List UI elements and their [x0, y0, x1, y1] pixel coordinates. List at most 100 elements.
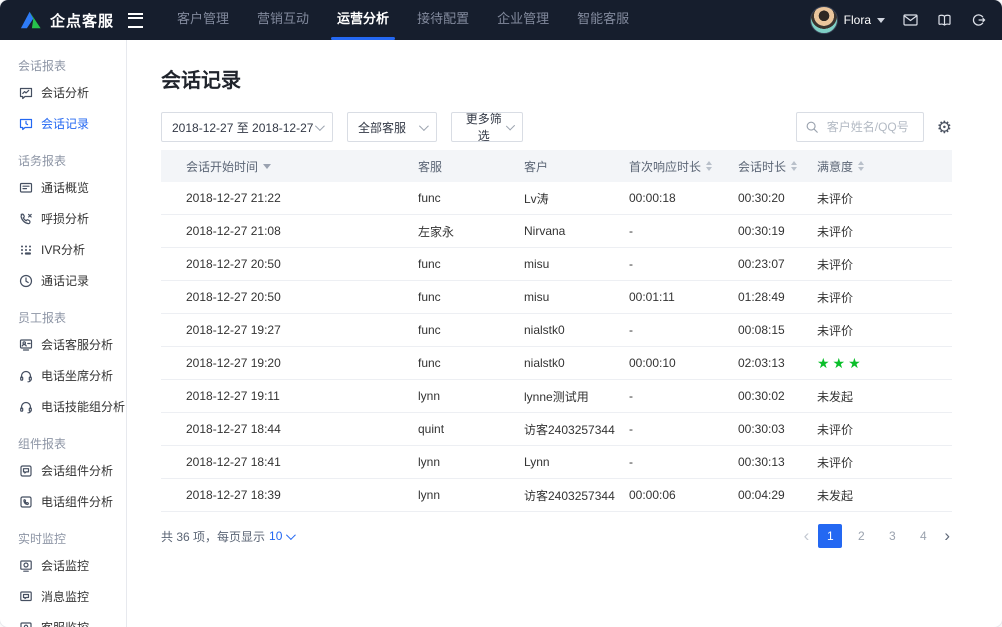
cell-duration: 00:30:13	[738, 455, 817, 469]
logout-icon[interactable]	[970, 12, 986, 28]
book-icon[interactable]	[936, 12, 953, 28]
chevron-down-icon	[419, 121, 429, 131]
chevron-down-icon	[505, 121, 515, 131]
session-records-table: 会话开始时间 客服 客户 首次响应时长 会话时长	[161, 150, 952, 512]
search-icon	[805, 120, 819, 134]
sidebar-item-label: 客服监控	[41, 619, 89, 627]
table-row[interactable]: 2018-12-27 20:50 func misu 00:01:11 01:2…	[161, 281, 952, 314]
cell-agent: func	[418, 356, 524, 370]
table-row[interactable]: 2018-12-27 20:50 func misu - 00:23:07 未评…	[161, 248, 952, 281]
user-menu[interactable]: Flora	[810, 6, 885, 34]
column-header-agent: 客服	[418, 158, 524, 175]
cell-start-time: 2018-12-27 19:20	[161, 356, 418, 370]
sidebar-item-ivr-analysis[interactable]: IVR分析	[0, 234, 126, 265]
table-row[interactable]: 2018-12-27 19:20 func nialstk0 00:00:10 …	[161, 347, 952, 380]
tab-marketing-interaction[interactable]: 营销互动	[243, 0, 323, 40]
sidebar-item-session-analysis[interactable]: 会话分析	[0, 77, 126, 108]
page-button-4[interactable]: 4	[911, 524, 935, 548]
tab-enterprise-management[interactable]: 企业管理	[483, 0, 563, 40]
sidebar-item-label: 会话监控	[41, 557, 89, 574]
sidebar-item-label: 通话记录	[41, 272, 89, 289]
sidebar-item-label: 电话技能组分析	[41, 398, 125, 415]
cell-customer: nialstk0	[524, 323, 629, 337]
table-row[interactable]: 2018-12-27 19:11 lynn lynne测试用 - 00:30:0…	[161, 380, 952, 413]
filter-bar: 2018-12-27 至 2018-12-27 全部客服 更多筛选 ⚙	[161, 112, 952, 142]
table-row[interactable]: 2018-12-27 18:39 lynn 访客2403257344 00:00…	[161, 479, 952, 512]
top-navbar: 企点客服 客户管理 营销互动 运营分析 接待配置 企业管理 智能客服 Flora	[0, 0, 1002, 40]
cell-customer: nialstk0	[524, 356, 629, 370]
cell-agent: lynn	[418, 389, 524, 403]
table-row[interactable]: 2018-12-27 21:22 func Lv涛 00:00:18 00:30…	[161, 182, 952, 215]
sidebar-item-phone-skill-group-analysis[interactable]: 电话技能组分析	[0, 391, 126, 422]
tab-reception-config[interactable]: 接待配置	[403, 0, 483, 40]
cell-start-time: 2018-12-27 19:27	[161, 323, 418, 337]
page-button-2[interactable]: 2	[849, 524, 873, 548]
sidebar-item-label: 会话记录	[41, 115, 89, 132]
page-size-selector[interactable]: 10	[269, 529, 293, 543]
sidebar-item-label: 电话坐席分析	[41, 367, 113, 384]
cell-agent: lynn	[418, 455, 524, 469]
search-input[interactable]	[825, 119, 915, 135]
sidebar-item-phone-seat-analysis[interactable]: 电话坐席分析	[0, 360, 126, 391]
hamburger-menu-icon[interactable]	[128, 13, 143, 28]
page-button-1[interactable]: 1	[818, 524, 842, 548]
sidebar: 会话报表 会话分析 会话记录 话务报表 通话概览 呼损分析 IVR分析	[0, 40, 127, 627]
sidebar-item-call-overview[interactable]: 通话概览	[0, 172, 126, 203]
sidebar-item-message-monitor[interactable]: 消息监控	[0, 581, 126, 612]
cell-satisfaction: 未评价	[817, 322, 952, 339]
more-filters-dropdown[interactable]: 更多筛选	[451, 112, 523, 142]
table-row[interactable]: 2018-12-27 19:27 func nialstk0 - 00:08:1…	[161, 314, 952, 347]
sidebar-item-call-loss-analysis[interactable]: 呼损分析	[0, 203, 126, 234]
cell-agent: quint	[418, 422, 524, 436]
next-page-button[interactable]: ›	[942, 524, 952, 548]
sidebar-item-session-monitor[interactable]: 会话监控	[0, 550, 126, 581]
table-row[interactable]: 2018-12-27 18:41 lynn Lynn - 00:30:13 未评…	[161, 446, 952, 479]
more-filters-label: 更多筛选	[462, 110, 506, 144]
sidebar-section-realtime-monitor: 实时监控	[18, 530, 126, 547]
table-row[interactable]: 2018-12-27 18:44 quint 访客2403257344 - 00…	[161, 413, 952, 446]
sidebar-item-label: 会话分析	[41, 84, 89, 101]
sort-desc-icon	[263, 164, 271, 169]
agent-filter-dropdown[interactable]: 全部客服	[347, 112, 437, 142]
sidebar-item-session-component-analysis[interactable]: 会话组件分析	[0, 455, 126, 486]
date-range-dropdown[interactable]: 2018-12-27 至 2018-12-27	[161, 112, 333, 142]
chat-analysis-icon	[18, 85, 34, 101]
chat-record-icon	[18, 116, 34, 132]
column-header-start-time[interactable]: 会话开始时间	[161, 158, 418, 175]
cell-first-response: -	[629, 455, 738, 469]
column-header-satisfaction[interactable]: 满意度	[817, 158, 952, 175]
gear-icon[interactable]: ⚙	[937, 119, 952, 136]
cell-agent: lynn	[418, 488, 524, 502]
monitor-camera-icon	[18, 558, 34, 574]
tab-customer-management[interactable]: 客户管理	[163, 0, 243, 40]
sidebar-item-agent-monitor[interactable]: 客服监控	[0, 612, 126, 627]
sort-icon	[858, 161, 864, 171]
chevron-down-icon	[877, 18, 885, 23]
cell-start-time: 2018-12-27 21:08	[161, 224, 418, 238]
cell-agent: func	[418, 257, 524, 271]
table-header-row: 会话开始时间 客服 客户 首次响应时长 会话时长	[161, 150, 952, 182]
column-header-duration[interactable]: 会话时长	[738, 158, 817, 175]
app-logo[interactable]: 企点客服	[20, 10, 143, 31]
prev-page-button[interactable]: ‹	[802, 524, 812, 548]
table-row[interactable]: 2018-12-27 21:08 左家永 Nirvana - 00:30:19 …	[161, 215, 952, 248]
main-content: 会话记录 2018-12-27 至 2018-12-27 全部客服 更多筛选	[127, 40, 1002, 627]
sidebar-item-call-records[interactable]: 通话记录	[0, 265, 126, 296]
call-overview-icon	[18, 180, 34, 196]
cell-first-response: -	[629, 257, 738, 271]
sidebar-item-label: 消息监控	[41, 588, 89, 605]
sidebar-item-agent-session-analysis[interactable]: 会话客服分析	[0, 329, 126, 360]
sidebar-item-label: 通话概览	[41, 179, 89, 196]
sidebar-item-session-records[interactable]: 会话记录	[0, 108, 126, 139]
cell-satisfaction: 未评价	[817, 289, 952, 306]
cell-duration: 02:03:13	[738, 356, 817, 370]
column-header-first-response[interactable]: 首次响应时长	[629, 158, 738, 175]
mail-icon[interactable]	[902, 12, 919, 28]
cell-customer: 访客2403257344	[524, 421, 629, 438]
sidebar-item-phone-component-analysis[interactable]: 电话组件分析	[0, 486, 126, 517]
clock-icon	[18, 273, 34, 289]
headset-icon	[18, 368, 34, 384]
page-button-3[interactable]: 3	[880, 524, 904, 548]
tab-smart-service[interactable]: 智能客服	[563, 0, 643, 40]
tab-operation-analysis[interactable]: 运营分析	[323, 0, 403, 40]
